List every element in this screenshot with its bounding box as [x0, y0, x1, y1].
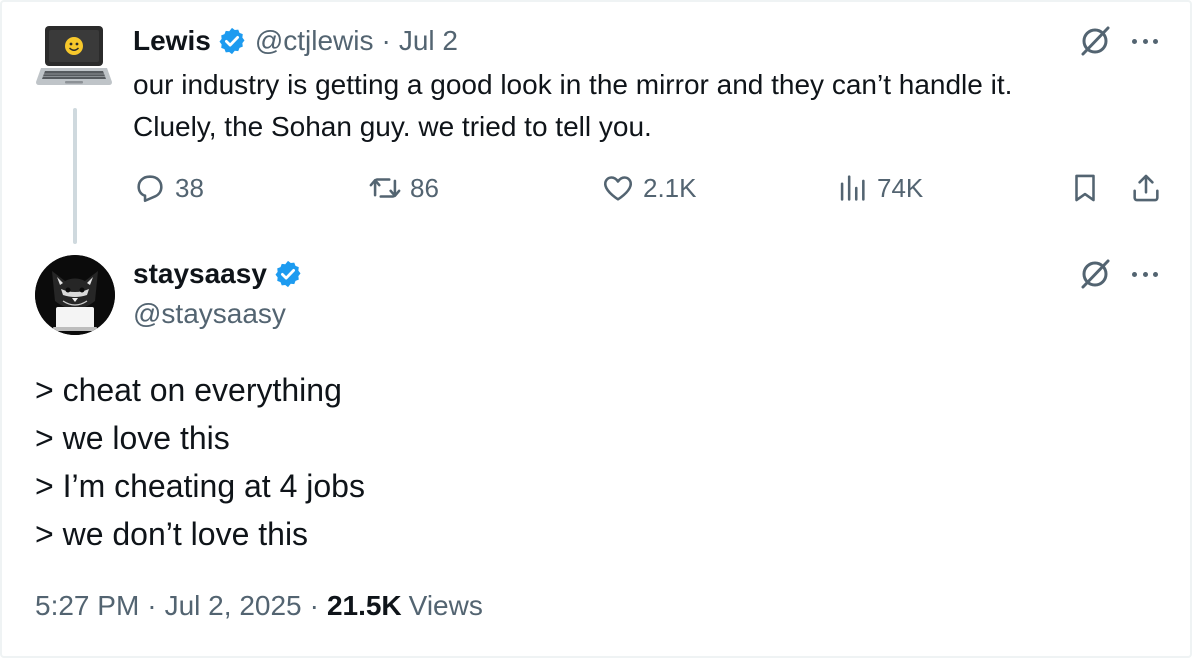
staysaasy-avatar[interactable] [35, 255, 115, 335]
heart-icon [604, 176, 632, 201]
thread-connector-line [73, 108, 77, 244]
body-line: > I’m cheating at 4 jobs [35, 468, 365, 504]
views-label: Views [408, 590, 483, 621]
post-time[interactable]: 5:27 PM [35, 590, 139, 622]
reply-icon [137, 175, 163, 203]
more-options-icon[interactable] [1128, 257, 1162, 291]
meta-separator: · [381, 25, 391, 56]
parent-tweet-line: Cluely, the Sohan guy. we tried to tell … [133, 111, 652, 142]
views-button[interactable]: 74K [835, 168, 923, 208]
share-icon [1133, 174, 1159, 202]
bookmark-button[interactable] [1068, 168, 1110, 208]
parent-author-row: Lewis @ctjlewis · Jul 2 [133, 23, 458, 59]
main-author-row: staysaasy [133, 256, 311, 292]
reply-button[interactable]: 38 [133, 168, 204, 208]
repost-icon [369, 178, 401, 198]
views-total[interactable]: 21.5K [327, 590, 402, 622]
verified-badge-icon[interactable] [273, 259, 303, 289]
grok-icon[interactable] [1078, 24, 1112, 58]
reply-count: 38 [175, 172, 204, 203]
tweet-footer: 5:27 PM · Jul 2, 2025 · 21.5K Views [35, 590, 483, 622]
repost-count: 86 [410, 172, 439, 203]
bookmark-icon [1075, 174, 1095, 202]
laptop-avatar-icon[interactable] [35, 22, 113, 88]
body-line: > cheat on everything [35, 372, 342, 408]
parent-tweet-text: our industry is getting a good look in t… [133, 64, 1133, 148]
views-count: 74K [877, 172, 924, 203]
more-options-icon[interactable] [1128, 24, 1162, 58]
like-button[interactable]: 2.1K [601, 168, 697, 208]
meta-separator: · [309, 590, 319, 621]
body-line: > we love this [35, 420, 230, 456]
body-line: > we don’t love this [35, 516, 309, 552]
share-button[interactable] [1129, 168, 1171, 208]
main-tweet-body: > cheat on everything > we love this > I… [35, 366, 365, 558]
analytics-icon [840, 175, 865, 201]
post-date[interactable]: Jul 2, 2025 [165, 590, 302, 622]
parent-tweet-line: our industry is getting a good look in t… [133, 69, 1013, 100]
parent-action-bar: 38 86 2.1K 74K [133, 168, 1173, 208]
verified-badge-icon[interactable] [217, 26, 247, 56]
grok-icon[interactable] [1078, 257, 1112, 291]
main-handle[interactable]: @staysaasy [133, 298, 286, 330]
parent-author-name[interactable]: Lewis [133, 25, 211, 57]
main-author-name[interactable]: staysaasy [133, 258, 267, 290]
repost-button[interactable]: 86 [368, 168, 439, 208]
like-count: 2.1K [643, 172, 697, 203]
meta-separator: · [147, 590, 157, 621]
parent-date[interactable]: Jul 2 [399, 25, 458, 57]
parent-handle[interactable]: @ctjlewis [255, 25, 374, 57]
